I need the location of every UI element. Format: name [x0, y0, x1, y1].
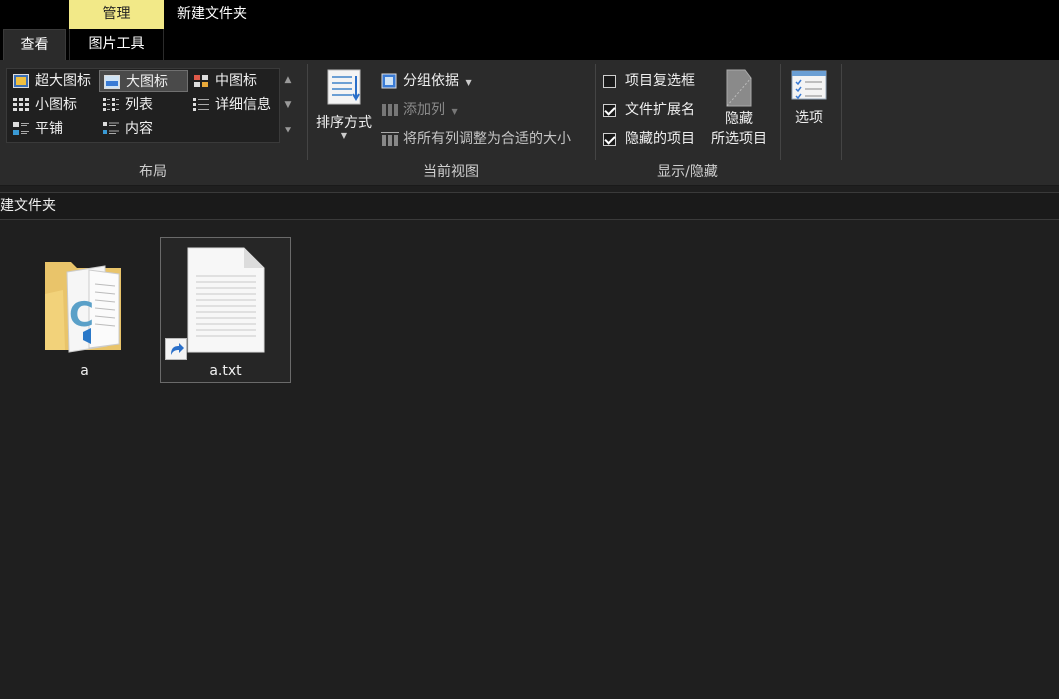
group-by-button[interactable]: 分组依据 ▼: [381, 69, 472, 93]
tiles-icon: [13, 122, 29, 135]
item-checkboxes-label: 项目复选框: [625, 73, 695, 89]
group-divider: [780, 64, 781, 160]
tab-picture-tools[interactable]: 图片工具: [69, 29, 164, 60]
group-label-show-hide: 显示/隐藏: [657, 164, 718, 180]
layout-content[interactable]: 内容: [99, 118, 188, 140]
list-icon: [103, 98, 119, 111]
item-checkboxes-checkbox[interactable]: [603, 75, 616, 88]
extra-large-icons-icon: [13, 74, 29, 88]
layout-medium-icons[interactable]: 中图标: [189, 70, 279, 92]
ribbon: 超大图标 大图标 中图标 小图标 列表 详细信息 平铺 内容 ▲ ▼ ⯆ 布局 …: [0, 60, 1059, 186]
add-column-label: 添加列: [403, 102, 445, 118]
large-icons-icon: [104, 75, 120, 89]
gallery-scroll-up-icon[interactable]: ▲: [281, 68, 295, 93]
layout-item-label: 内容: [125, 121, 153, 137]
item-checkboxes-toggle[interactable]: 项目复选框: [603, 69, 695, 93]
file-name: a.txt: [209, 363, 242, 379]
tab-view[interactable]: 查看: [3, 29, 66, 60]
gallery-expand-icon[interactable]: ⯆: [281, 118, 295, 143]
group-by-dropdown-icon: ▼: [465, 78, 472, 87]
sort-by-icon: [327, 69, 361, 105]
layout-item-label: 大图标: [126, 74, 168, 90]
small-icons-icon: [13, 98, 29, 111]
address-bar[interactable]: 建文件夹: [0, 192, 1059, 220]
fit-columns-button[interactable]: 将所有列调整为合适的大小: [381, 127, 571, 151]
options-button[interactable]: 选项: [784, 68, 834, 138]
layout-details[interactable]: 详细信息: [189, 94, 279, 116]
layout-item-label: 小图标: [35, 97, 77, 113]
layout-item-label: 中图标: [215, 73, 257, 89]
hide-selected-icon: [726, 69, 752, 107]
fit-columns-label: 将所有列调整为合适的大小: [403, 131, 571, 147]
layout-item-label: 详细信息: [215, 97, 271, 113]
file-extensions-label: 文件扩展名: [625, 102, 695, 118]
file-name: a: [80, 363, 89, 379]
layout-small-icons[interactable]: 小图标: [9, 94, 99, 116]
sort-by-dropdown-icon: ▼: [340, 131, 348, 140]
details-icon: [193, 98, 209, 111]
options-label: 选项: [795, 110, 823, 126]
gallery-scroll-down-icon[interactable]: ▼: [281, 93, 295, 118]
hidden-items-checkbox[interactable]: [603, 133, 616, 146]
medium-icons-icon: [194, 75, 208, 87]
window-title: 新建文件夹: [177, 6, 247, 22]
sort-by-button[interactable]: 排序方式 ▼: [312, 66, 376, 156]
layout-item-label: 超大图标: [35, 73, 91, 89]
hide-selected-items-button[interactable]: 隐藏 所选项目: [706, 66, 772, 158]
hidden-items-toggle[interactable]: 隐藏的项目: [603, 127, 695, 151]
hidden-items-label: 隐藏的项目: [625, 131, 695, 147]
group-by-icon: [381, 73, 397, 89]
layout-large-icons[interactable]: 大图标: [99, 70, 188, 92]
layout-list[interactable]: 列表: [99, 94, 188, 116]
add-column-dropdown-icon: ▼: [451, 107, 458, 116]
fit-columns-icon: [381, 132, 399, 146]
file-extensions-checkbox[interactable]: [603, 104, 616, 117]
content-view-icon: [103, 122, 119, 134]
context-tab-manage[interactable]: 管理: [69, 0, 164, 29]
add-column-icon: [382, 104, 398, 116]
layout-gallery: 超大图标 大图标 中图标 小图标 列表 详细信息 平铺 内容: [6, 68, 280, 143]
file-list-pane[interactable]: C a a.txt: [0, 228, 1059, 699]
file-item-a-txt[interactable]: a.txt: [160, 237, 291, 383]
shortcut-arrow-icon: [165, 338, 187, 360]
layout-tiles[interactable]: 平铺: [9, 118, 99, 140]
layout-extra-large-icons[interactable]: 超大图标: [9, 70, 99, 92]
options-icon: [791, 70, 827, 100]
sort-by-label: 排序方式: [316, 115, 372, 131]
text-file-icon: [187, 247, 265, 353]
title-bar: 管理 新建文件夹: [0, 0, 1059, 29]
group-divider: [307, 64, 308, 160]
layout-gallery-scroll: ▲ ▼ ⯆: [281, 68, 295, 143]
breadcrumb[interactable]: 建文件夹: [0, 193, 56, 219]
group-divider: [595, 64, 596, 160]
hide-selected-label-line2: 所选项目: [711, 131, 767, 147]
group-by-label: 分组依据: [403, 73, 459, 89]
group-divider: [841, 64, 842, 160]
group-label-current-view: 当前视图: [423, 164, 479, 180]
file-extensions-toggle[interactable]: 文件扩展名: [603, 98, 695, 122]
folder-icon: C: [45, 262, 121, 353]
layout-item-label: 平铺: [35, 121, 63, 137]
file-item-folder-a[interactable]: C a: [19, 238, 150, 384]
group-label-layout: 布局: [139, 164, 167, 180]
ribbon-tab-row: 查看 图片工具: [0, 29, 1059, 60]
hide-selected-label-line1: 隐藏: [725, 111, 753, 127]
add-column-button[interactable]: 添加列 ▼: [381, 98, 458, 122]
layout-item-label: 列表: [125, 97, 153, 113]
